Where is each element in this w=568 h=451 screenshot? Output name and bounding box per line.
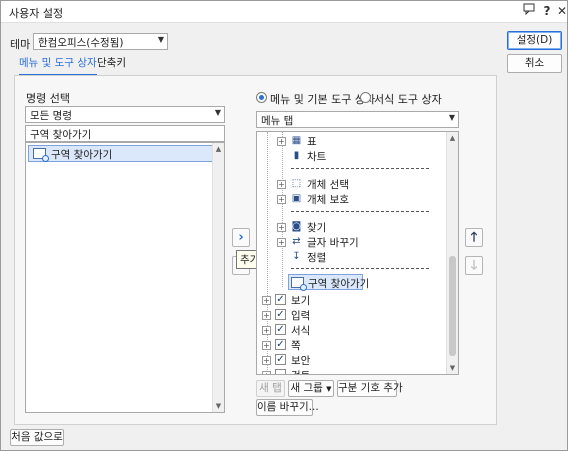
scroll-down-icon[interactable]: ▼ [213,400,224,412]
menu-tab-combo[interactable]: 메뉴 탭 ▼ [256,111,459,128]
menu-tree-scrollbar[interactable]: ▲ ▼ [446,132,458,374]
cancel-button[interactable]: 취소 [507,54,562,73]
object-protect-icon: ▣ [291,193,302,204]
expand-icon[interactable]: + [277,195,286,204]
scroll-up-icon[interactable]: ▲ [447,132,458,144]
tree-item-label: 차트 [307,151,327,163]
expand-icon[interactable]: + [262,296,271,305]
chat-icon-svg [523,3,535,16]
chevron-down-icon: ▼ [214,108,221,117]
sort-icon: ↧ [292,251,301,262]
chevron-down-icon: ▼ [326,385,332,393]
tree-item-label: 구역 찾아가기 [308,278,370,290]
chat-icon[interactable] [521,3,537,19]
command-list[interactable]: 구역 찾아가기 ▲ ▼ [25,142,225,413]
theme-combo[interactable]: 한컴오피스(수정됨) ▼ [33,33,168,50]
new-group-label: 새 그룹 [290,382,323,394]
expand-icon[interactable]: + [262,311,271,320]
command-category-value: 모든 명령 [30,110,72,122]
checkbox-input[interactable]: ✓ [275,309,286,320]
tree-item-label: 쪽 [291,340,301,352]
close-icon[interactable]: ✕ [554,3,568,19]
expand-icon[interactable]: + [262,356,271,365]
list-item-label: 구역 찾아가기 [51,149,113,161]
table-icon: ▦ [291,135,302,146]
radio-format-toolbox-label[interactable]: 서식 도구 상자 [374,91,442,107]
title-bar: 사용자 설정 ? ✕ [1,1,567,23]
command-category-combo[interactable]: 모든 명령 ▼ [25,106,225,123]
scroll-up-icon[interactable]: ▲ [213,143,224,155]
command-select-label: 명령 선택 [26,92,70,105]
chevron-down-icon: ▼ [157,35,164,44]
scroll-thumb[interactable] [449,256,456,356]
chevron-down-icon: ▼ [448,113,455,122]
tree-item-label: 개체 선택 [307,179,349,191]
expand-icon[interactable]: + [277,223,286,232]
tree-item-label: 개체 보호 [307,194,349,206]
tree-item-label: 찾기 [307,222,327,234]
checkbox-format[interactable]: ✓ [275,324,286,335]
command-list-scrollbar[interactable]: ▲ ▼ [212,143,224,412]
scroll-down-icon[interactable]: ▼ [447,362,458,374]
tab-shortcuts[interactable]: 단축키 [97,55,126,74]
separator [291,211,429,212]
tree-item-label: 보기 [291,295,311,307]
add-button[interactable]: › [232,228,250,247]
tree-item-label: 서식 [291,325,311,337]
tab-panel: 명령 선택 모든 명령 ▼ 구역 찾아가기 구역 찾아가기 ▲ ▼ › ‹ 추가… [14,75,497,425]
command-search-input[interactable]: 구역 찾아가기 [25,125,225,142]
tree-item-label: 입력 [291,310,311,322]
separator [291,268,429,269]
tree-item-label: 검토 [291,368,310,374]
tree-item-goto-section[interactable]: 구역 찾아가기 [288,274,369,291]
expand-icon[interactable]: + [277,238,286,247]
tree-guide-line [267,132,268,372]
theme-label: 테마 [10,38,31,51]
binoculars-icon: ◙ [291,221,302,232]
list-item[interactable]: 구역 찾아가기 [28,145,214,162]
ok-button[interactable]: 설정(D) [507,31,562,50]
add-separator-button[interactable]: 구분 기호 추가 [337,380,403,397]
expand-icon[interactable]: + [262,326,271,335]
radio-menu-toolbox[interactable] [256,92,267,103]
new-group-button[interactable]: 새 그룹 ▼ [288,380,334,397]
tree-item-label: 글자 바꾸기 [307,237,359,249]
tree-guide-line [282,132,283,287]
menu-tree[interactable]: + ▦ 표 ▮ 차트 + ⬚ 개체 선택 + ▣ 개체 보호 + ◙ 찾기 + … [256,131,459,375]
window-title: 사용자 설정 [9,7,64,20]
checkbox-page[interactable]: ✓ [275,339,286,350]
expand-icon[interactable]: + [262,341,271,350]
expand-icon[interactable]: + [262,371,271,374]
checkbox-review[interactable] [275,369,286,374]
expand-icon[interactable]: + [277,180,286,189]
theme-combo-value: 한컴오피스(수정됨) [38,37,124,49]
tree-item-label: 표 [307,136,317,148]
checkbox-view[interactable]: ✓ [275,294,286,305]
goto-section-icon [33,148,49,162]
settings-dialog: 사용자 설정 ? ✕ 테마 한컴오피스(수정됨) ▼ 설정(D) 취소 메뉴 및… [0,0,568,451]
tree-item-label: 보안 [291,355,311,367]
tab-menu-toolbox[interactable]: 메뉴 및 도구 상자 [19,55,97,76]
rename-button[interactable]: 이름 바꾸기... [256,399,319,416]
tree-item-label: 정렬 [307,252,327,264]
new-tab-button[interactable]: 새 탭 [256,380,285,397]
menu-tab-combo-value: 메뉴 탭 [261,115,294,127]
separator [291,168,429,169]
object-select-icon: ⬚ [291,178,302,189]
help-icon[interactable]: ? [539,3,555,19]
chart-icon: ▮ [293,150,300,161]
move-down-button[interactable]: 🡓 [465,256,483,275]
command-search-value: 구역 찾아가기 [30,129,92,141]
checkbox-security[interactable]: ✓ [275,354,286,365]
move-up-button[interactable]: 🡑 [465,228,483,247]
replace-icon: ⇄ [292,236,301,247]
reset-button[interactable]: 처음 값으로 [10,429,64,446]
goto-section-icon [291,277,307,291]
radio-format-toolbox[interactable] [360,92,371,103]
expand-icon[interactable]: + [277,137,286,146]
